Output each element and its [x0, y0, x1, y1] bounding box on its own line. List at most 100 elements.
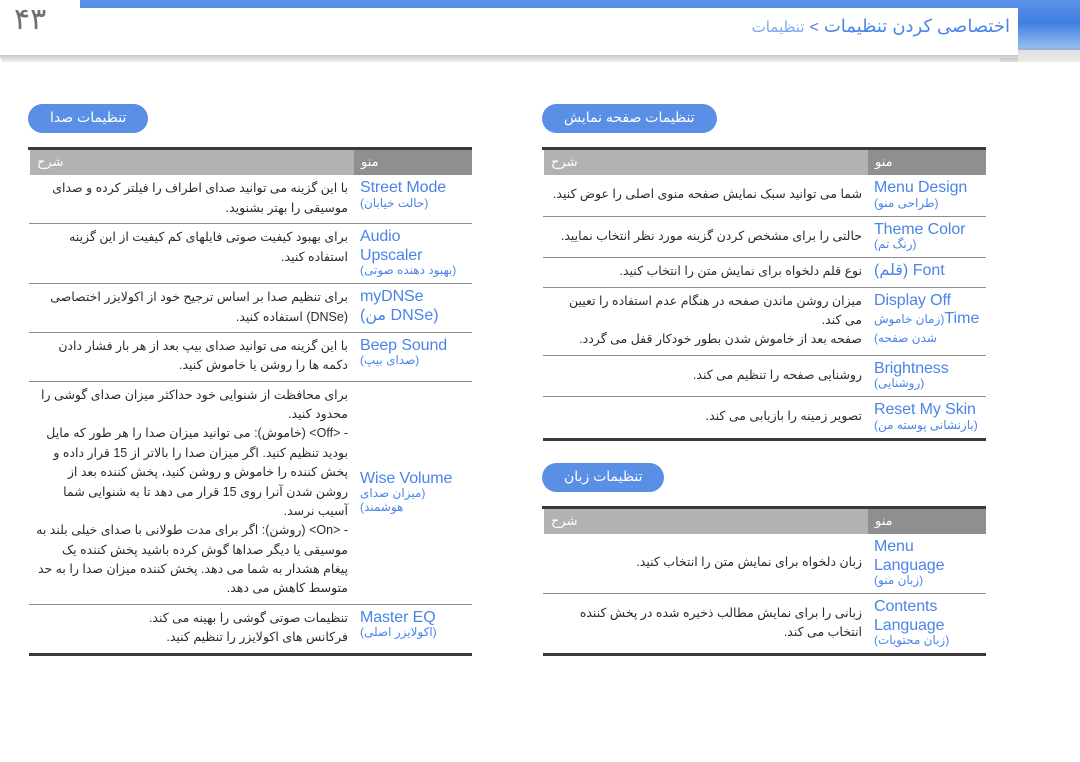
menu-label-fa: (بازنشانی پوسته من)	[874, 417, 978, 432]
row-description-cell: تصویر زمینه را بازیابی می کند.	[543, 396, 868, 441]
page-number: ۴۳	[14, 3, 47, 36]
breadcrumb-parent: تنظیمات	[751, 19, 805, 36]
description-line-1: تنظیمات صوتی گوشی را بهینه می کند.	[148, 610, 348, 625]
menu-label-en: Reset My Skin	[874, 401, 976, 419]
col-header-menu: منو	[868, 147, 986, 176]
table-row: Reset My Skin (بازنشانی پوسته من) تصویر …	[543, 396, 986, 441]
row-description-cell: با این گزینه می توانید صدای اطراف را فیل…	[29, 175, 354, 225]
breadcrumb: اختصاصی کردن تنظیمات>تنظیمات	[752, 16, 1010, 37]
row-description-cell: روشنایی صفحه را تنظیم می کند.	[543, 355, 868, 398]
description-line-2: فرکانس های اکولایزر را تنظیم کنید.	[166, 630, 348, 645]
table-head: منو شرح	[542, 506, 986, 535]
menu-label-en-2-text: Time	[944, 310, 980, 328]
table-row: Master EQ (اکولایزر اصلی) تنظیمات صوتی گ…	[29, 604, 472, 656]
row-description-cell: زبان دلخواه برای نمایش متن را انتخاب کنی…	[543, 534, 868, 595]
row-menu-cell: Menu Design (طراحی منو)	[868, 175, 986, 217]
menu-label-en: Menu	[874, 538, 914, 556]
section-title-wrap-display: تنظیمات صفحه نمایش	[542, 104, 986, 134]
description-intro: برای محافظت از شنوایی خود حداکثر میزان ص…	[41, 387, 348, 422]
col-header-menu: منو	[868, 506, 986, 535]
row-description-cell: برای محافظت از شنوایی خود حداکثر میزان ص…	[29, 381, 354, 605]
row-menu-cell: myDNSe (DNSe من)	[354, 283, 472, 333]
table-head: منو شرح	[542, 147, 986, 176]
table-header-row: منو شرح	[542, 147, 986, 176]
row-menu-cell: Brightness (روشنایی)	[868, 355, 986, 398]
row-menu-cell: Font (قلم)	[868, 257, 986, 288]
table-row: Contents Language (زبان محتویات) زبانی ر…	[543, 593, 986, 657]
row-menu-cell: Street Mode (حالت خیابان)	[354, 175, 472, 225]
row-description-cell: نوع قلم دلخواه برای نمایش متن را انتخاب …	[543, 257, 868, 288]
section-title-language: تنظیمات زبان	[542, 462, 665, 493]
menu-label-fa: (روشنایی)	[874, 376, 925, 391]
menu-label-en-2: Time(زمان خاموش شدن صفحه)	[874, 310, 980, 347]
table-body: Menu Language (زبان منو) زبان دلخواه برا…	[543, 534, 986, 657]
section-title-sound: تنظیمات صدا	[28, 104, 149, 134]
column-sound-settings: تنظیمات صدا منو شرح Street Mode (حالت خی…	[0, 104, 500, 656]
table-row: Audio Upscaler (بهبود دهنده صوتی) برای ب…	[29, 223, 472, 285]
description-bullet-off: - <Off> (خاموش): می توانید میزان صدا را …	[46, 426, 348, 518]
table-row: myDNSe (DNSe من) برای تنظیم صدا بر اساس …	[29, 283, 472, 333]
description-bullet-on: - <On> (روشن): اگر برای مدت طولانی با صد…	[36, 523, 348, 596]
table-row: Menu Design (طراحی منو) شما می توانید سب…	[543, 175, 986, 217]
row-menu-cell: Contents Language (زبان محتویات)	[868, 593, 986, 657]
section-title-display: تنظیمات صفحه نمایش	[542, 104, 717, 134]
menu-label-en: Font (قلم)	[874, 262, 945, 280]
col-header-description: شرح	[28, 147, 354, 176]
menu-label-fa: (بهبود دهنده صوتی)	[360, 263, 457, 278]
breadcrumb-separator: >	[809, 19, 819, 36]
row-menu-cell: Reset My Skin (بازنشانی پوسته من)	[868, 396, 986, 441]
row-menu-cell: Menu Language (زبان منو)	[868, 534, 986, 595]
table-body: Menu Design (طراحی منو) شما می توانید سب…	[543, 175, 986, 441]
menu-label-fa: (طراحی منو)	[874, 195, 939, 210]
content-area: تنظیمات صدا منو شرح Street Mode (حالت خی…	[0, 104, 1080, 657]
menu-label-fa: (زمان خاموش شدن صفحه)	[874, 312, 945, 345]
row-menu-cell: Master EQ (اکولایزر اصلی)	[354, 604, 472, 656]
row-description-cell: برای تنظیم صدا بر اساس ترجیح خود از اکول…	[29, 283, 354, 333]
menu-label-fa: (زبان منو)	[874, 573, 924, 588]
table-head: منو شرح	[28, 147, 472, 176]
menu-label-en: Audio Upscaler	[360, 228, 423, 264]
section-title-wrap-language: تنظیمات زبان	[542, 462, 986, 493]
row-description-cell: برای بهبود کیفیت صوتی فایلهای کم کیفیت ا…	[29, 223, 354, 285]
menu-label-fa: (زبان محتویات)	[874, 633, 950, 648]
table-language-settings: منو شرح Menu Language (زبان منو) زبان دل…	[542, 506, 986, 657]
row-menu-cell: Display Off Time(زمان خاموش شدن صفحه)	[868, 287, 986, 356]
table-row: Street Mode (حالت خیابان) با این گزینه م…	[29, 175, 472, 225]
row-description-cell: شما می توانید سبک نمایش صفحه منوی اصلی ر…	[543, 175, 868, 217]
col-header-description: شرح	[542, 147, 868, 176]
row-menu-cell: Audio Upscaler (بهبود دهنده صوتی)	[354, 223, 472, 285]
menu-label-fa: (اکولایزر اصلی)	[360, 625, 437, 640]
table-sound-settings: منو شرح Street Mode (حالت خیابان) با این…	[28, 147, 472, 656]
manual-page: ۴۳ اختصاصی کردن تنظیمات>تنظیمات تنظیمات …	[0, 0, 1080, 762]
menu-label-fa: (صدای بیپ)	[360, 353, 420, 368]
menu-label-en: myDNSe	[360, 288, 424, 306]
row-description-cell: زبانی را برای نمایش مطالب ذخیره شده در پ…	[543, 593, 868, 657]
table-row: Font (قلم) نوع قلم دلخواه برای نمایش متن…	[543, 257, 986, 288]
row-menu-cell: Wise Volume (میزان صدای هوشمند)	[354, 381, 472, 605]
section-title-wrap-sound: تنظیمات صدا	[28, 104, 472, 134]
row-description-cell: تنظیمات صوتی گوشی را بهینه می کند. فرکان…	[29, 604, 354, 656]
menu-label-fa: (حالت خیابان)	[360, 195, 429, 210]
table-header-row: منو شرح	[542, 506, 986, 535]
row-description-cell: با این گزینه می توانید صدای بیپ بعد از ه…	[29, 332, 354, 382]
menu-label-fa: (میزان صدای هوشمند)	[360, 486, 426, 514]
menu-label-fa: (رنگ تم)	[874, 237, 917, 252]
table-row: Wise Volume (میزان صدای هوشمند) برای محا…	[29, 381, 472, 605]
table-header-row: منو شرح	[28, 147, 472, 176]
row-description-cell: حالتی را برای مشخص کردن گزینه مورد نظر ا…	[543, 216, 868, 259]
table-row: Beep Sound (صدای بیپ) با این گزینه می تو…	[29, 332, 472, 382]
table-display-settings: منو شرح Menu Design (طراحی منو) شما می ت…	[542, 147, 986, 441]
column-display-language-settings: تنظیمات صفحه نمایش منو شرح Menu Design (…	[514, 104, 1014, 657]
table-body: Street Mode (حالت خیابان) با این گزینه م…	[29, 175, 472, 656]
row-menu-cell: Beep Sound (صدای بیپ)	[354, 332, 472, 382]
description-line-1: میزان روشن ماندن صفحه در هنگام عدم استفا…	[569, 293, 862, 328]
header-drop-shadow	[0, 55, 1018, 62]
menu-label-fa: (DNSe من)	[360, 306, 439, 324]
page-header: ۴۳ اختصاصی کردن تنظیمات>تنظیمات	[0, 0, 1080, 62]
col-header-description: شرح	[542, 506, 868, 535]
menu-label-en: Display Off	[874, 291, 951, 309]
table-row: Menu Language (زبان منو) زبان دلخواه برا…	[543, 534, 986, 595]
table-row: Theme Color (رنگ تم) حالتی را برای مشخص …	[543, 216, 986, 259]
breadcrumb-current: اختصاصی کردن تنظیمات	[823, 16, 1010, 36]
